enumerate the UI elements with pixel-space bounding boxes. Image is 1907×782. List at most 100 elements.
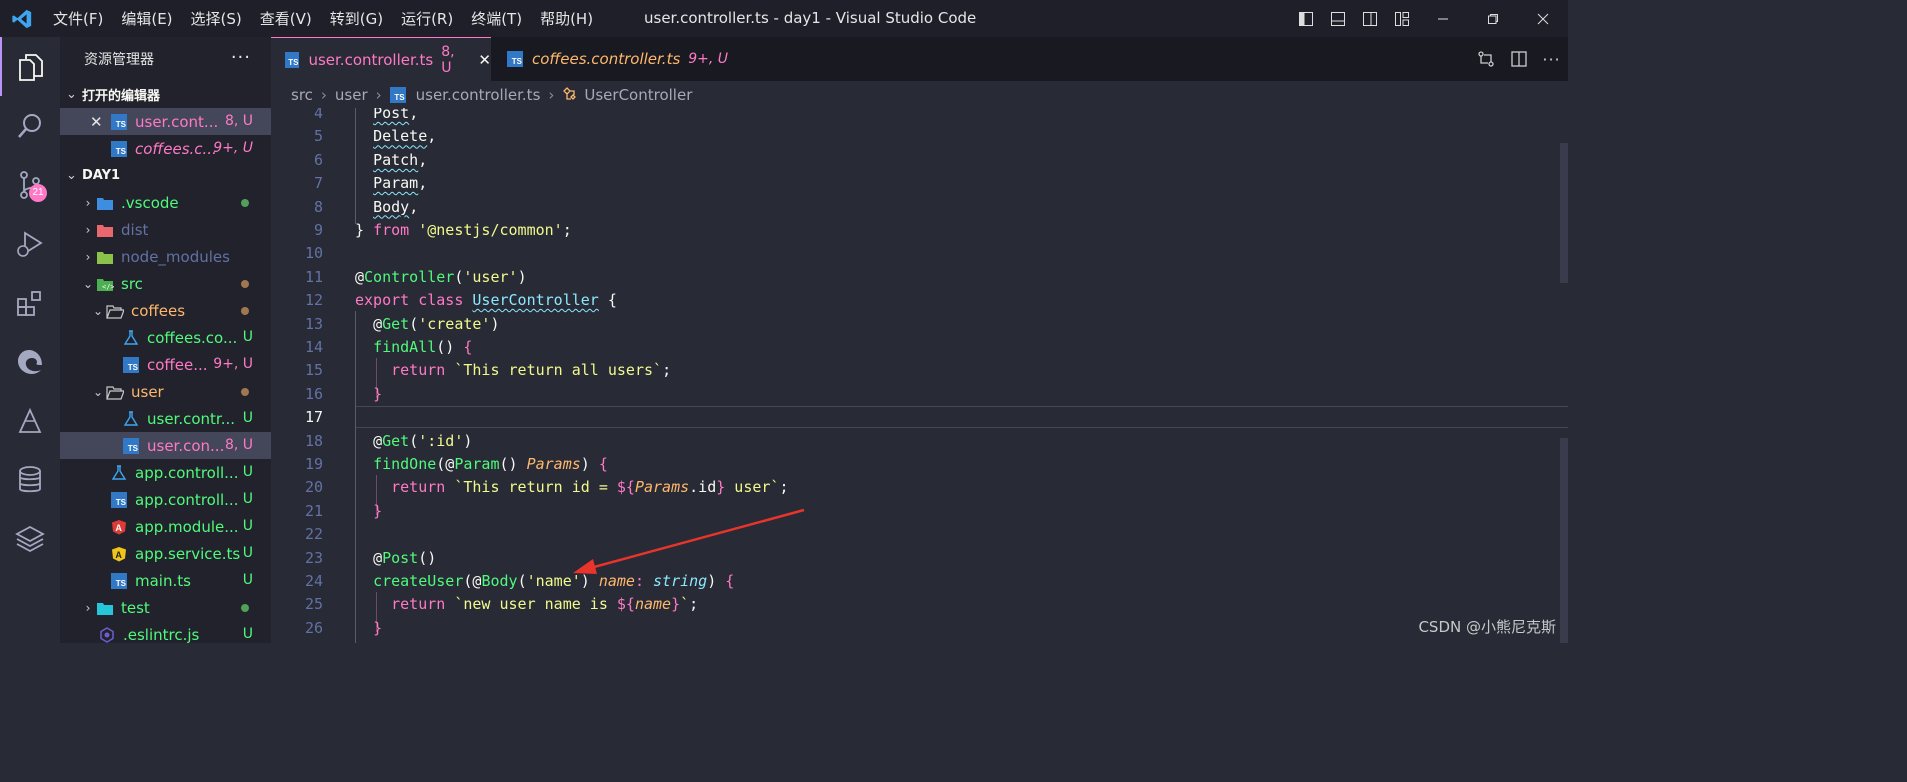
tree-item-eslintrc[interactable]: .eslintrc.js U	[60, 621, 271, 643]
tree-item-label: node_modules	[121, 247, 230, 266]
open-editor-status: 9+, U	[213, 140, 253, 156]
typescript-file-icon: TS	[110, 113, 128, 131]
close-tab-icon[interactable]: ✕	[478, 51, 491, 69]
open-editors-section[interactable]: ⌄ 打开的编辑器	[60, 81, 271, 108]
extensions-icon[interactable]	[0, 273, 60, 332]
chevron-down-icon: ⌄	[92, 303, 104, 318]
breadcrumb-item[interactable]: user.controller.ts	[416, 86, 541, 104]
restore-icon[interactable]	[1468, 0, 1518, 37]
tree-item-status: 8, U	[224, 437, 253, 453]
tree-item-dist[interactable]: › dist	[60, 216, 271, 243]
chevron-down-icon: ⌄	[82, 276, 94, 291]
menu-selection[interactable]: 选择(S)	[182, 8, 251, 29]
watermark: CSDN @小熊尼克斯	[1418, 618, 1556, 636]
tree-item-label: user.con...	[147, 436, 225, 455]
tree-item-label: user.contr...	[147, 409, 236, 428]
tab-coffees-controller[interactable]: TS coffees.controller.ts 9+, U	[493, 37, 731, 81]
eslint-icon	[98, 626, 116, 644]
menu-view[interactable]: 查看(V)	[251, 8, 321, 29]
database-icon[interactable]	[0, 450, 60, 509]
explorer-header: 资源管理器 ···	[60, 37, 271, 81]
search-icon[interactable]	[0, 96, 60, 155]
typescript-file-icon: TS	[389, 86, 406, 103]
window-title: user.controller.ts - day1 - Visual Studi…	[644, 9, 977, 27]
typescript-file-icon: TS	[110, 140, 128, 158]
source-control-icon[interactable]: 21	[0, 155, 60, 214]
tree-item-coffees-spec[interactable]: coffees.co... U	[60, 324, 271, 351]
tree-item-main[interactable]: TS main.ts U	[60, 567, 271, 594]
tree-item-label: app.service.ts	[135, 544, 241, 563]
open-editor-name: user.cont...	[135, 112, 219, 131]
typescript-file-icon: TS	[110, 572, 128, 590]
breadcrumb-item[interactable]: src	[291, 86, 313, 104]
toggle-secondary-sidebar-icon[interactable]	[1354, 0, 1386, 37]
tree-item-node-modules[interactable]: › node_modules	[60, 243, 271, 270]
title-bar: 文件(F) 编辑(E) 选择(S) 查看(V) 转到(G) 运行(R) 终端(T…	[0, 0, 1568, 37]
tree-item-app-service[interactable]: A app.service.ts U	[60, 540, 271, 567]
testing-icon[interactable]	[0, 391, 60, 450]
menu-edit[interactable]: 编辑(E)	[112, 8, 181, 29]
tree-item-user[interactable]: ⌄ user	[60, 378, 271, 405]
toggle-primary-sidebar-icon[interactable]	[1290, 0, 1322, 37]
tree-item-label: app.module...	[135, 517, 239, 536]
menu-terminal[interactable]: 终端(T)	[462, 8, 531, 29]
typescript-file-icon: TS	[285, 51, 300, 68]
tree-item-app-controller[interactable]: TS app.controll... U	[60, 486, 271, 513]
tree-item-test[interactable]: › test	[60, 594, 271, 621]
minimize-icon[interactable]	[1418, 0, 1468, 37]
edge-devtools-icon[interactable]	[0, 332, 60, 391]
close-window-icon[interactable]	[1518, 0, 1568, 37]
open-editor-item[interactable]: TS coffees.c... 9+, U	[60, 135, 271, 162]
tree-item-status: U	[242, 329, 253, 345]
customize-layout-icon[interactable]	[1386, 0, 1418, 37]
typescript-file-icon: TS	[122, 437, 140, 455]
tree-item-label: app.controll...	[135, 490, 239, 509]
run-debug-icon[interactable]	[0, 214, 60, 273]
more-actions-icon[interactable]: ···	[231, 47, 251, 68]
menu-help[interactable]: 帮助(H)	[531, 8, 602, 29]
open-editor-item[interactable]: ✕ TS user.cont... 8, U	[60, 108, 271, 135]
tree-item-coffees-controller[interactable]: TS coffee... 9+, U	[60, 351, 271, 378]
chevron-right-icon: ›	[85, 195, 91, 210]
typescript-file-icon: TS	[122, 356, 140, 374]
explorer-icon[interactable]	[0, 37, 60, 96]
breadcrumb-item[interactable]: UserController	[584, 86, 692, 104]
tree-item-status: U	[242, 572, 253, 588]
compare-changes-icon[interactable]	[1469, 37, 1502, 81]
chevron-right-icon: ›	[85, 222, 91, 237]
tree-item-app-module[interactable]: A app.module... U	[60, 513, 271, 540]
tree-item-user-spec[interactable]: user.contr... U	[60, 405, 271, 432]
tree-item-vscode[interactable]: › .vscode	[60, 189, 271, 216]
class-symbol-icon	[562, 86, 578, 103]
service-icon: A	[110, 545, 128, 563]
tree-item-status: U	[242, 626, 253, 642]
tree-item-coffees[interactable]: ⌄ coffees	[60, 297, 271, 324]
chevron-right-icon: ›	[85, 600, 91, 615]
layers-icon[interactable]	[0, 509, 60, 568]
project-section[interactable]: ⌄ DAY1	[60, 162, 271, 189]
status-dot	[241, 604, 249, 612]
chevron-down-icon: ⌄	[66, 87, 77, 102]
menu-run[interactable]: 运行(R)	[392, 8, 462, 29]
menu-go[interactable]: 转到(G)	[321, 8, 392, 29]
editor-actions: ···	[1469, 37, 1568, 81]
vscode-logo-icon	[0, 0, 44, 37]
toggle-panel-icon[interactable]	[1322, 0, 1354, 37]
chevron-right-icon: ›	[548, 85, 555, 104]
code-editor[interactable]: 4 5 6 7 8 9 10 11 12 13 14 15 16 17 18 1…	[271, 108, 1568, 643]
tree-item-user-controller[interactable]: TS user.con... 8, U	[60, 432, 271, 459]
tree-item-app-controller-spec[interactable]: app.controll... U	[60, 459, 271, 486]
tree-item-status: U	[242, 491, 253, 507]
tab-status: 8, U	[441, 43, 455, 76]
tab-label: user.controller.ts	[308, 50, 434, 69]
tree-item-label: coffee...	[147, 355, 208, 374]
menu-file[interactable]: 文件(F)	[44, 8, 112, 29]
breadcrumb-item[interactable]: user	[335, 86, 368, 104]
split-editor-icon[interactable]	[1502, 37, 1535, 81]
chevron-right-icon: ›	[375, 85, 382, 104]
close-editor-icon[interactable]: ✕	[90, 113, 110, 131]
tree-item-label: .eslintrc.js	[123, 625, 200, 644]
tab-user-controller[interactable]: TS user.controller.ts 8, U ✕	[271, 37, 491, 81]
tree-item-src[interactable]: ⌄ </> src	[60, 270, 271, 297]
more-actions-icon[interactable]: ···	[1535, 37, 1568, 81]
